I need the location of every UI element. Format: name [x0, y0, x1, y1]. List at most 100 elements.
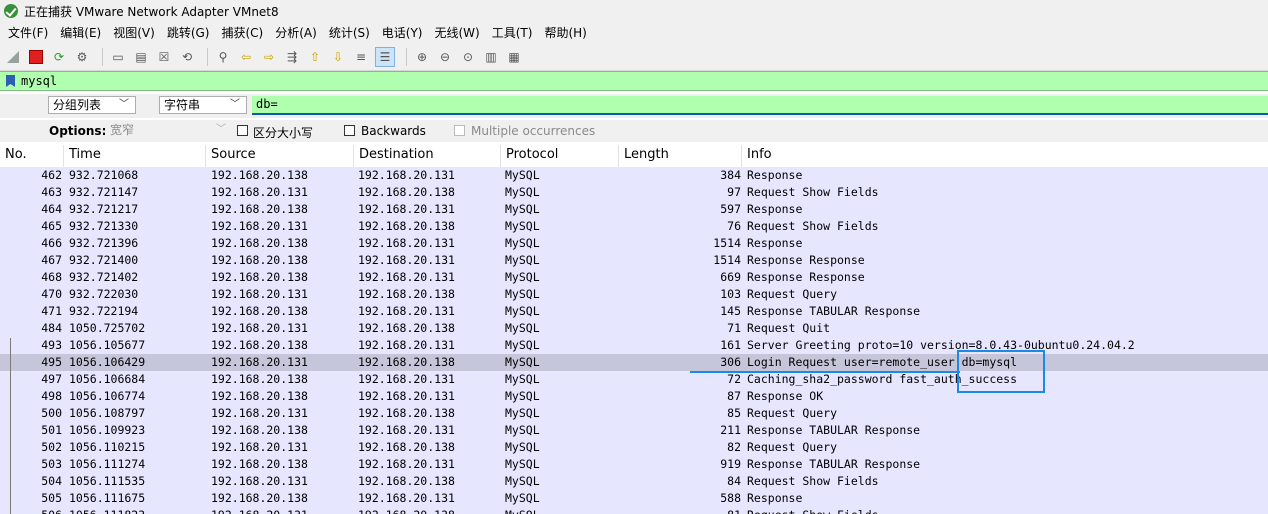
- table-row[interactable]: 464 932.721217 192.168.20.138 192.168.20.13…: [0, 201, 1268, 218]
- case-sensitive-checkbox[interactable]: [237, 125, 248, 136]
- menu-capture[interactable]: 捕获(C): [215, 22, 269, 44]
- cell-length: 72: [727, 372, 741, 386]
- menu-help[interactable]: 帮助(H): [538, 22, 592, 44]
- cell-length: 1514: [713, 236, 741, 250]
- cell-length: 588: [720, 491, 741, 505]
- go-back-icon[interactable]: ⇦: [237, 48, 255, 66]
- cell-info: Request Show Fields: [747, 474, 879, 488]
- column-header-source[interactable]: Source: [206, 145, 354, 167]
- open-file-icon[interactable]: ▭: [109, 48, 127, 66]
- window-title: 正在捕获 VMware Network Adapter VMnet8: [24, 4, 279, 19]
- menu-tools[interactable]: 工具(T): [486, 22, 539, 44]
- layout-icon[interactable]: ▦: [505, 48, 523, 66]
- auto-scroll-icon[interactable]: ≡: [352, 48, 370, 66]
- table-row[interactable]: 497 1056.106684 192.168.20.138 192.168.20.1…: [0, 371, 1268, 388]
- column-header-destination[interactable]: Destination: [354, 145, 501, 167]
- stop-capture-icon[interactable]: [27, 48, 45, 66]
- column-header-time[interactable]: Time: [64, 145, 206, 167]
- cell-length: 97: [727, 185, 741, 199]
- table-row[interactable]: 495 1056.106429 192.168.20.131 192.168.20.1…: [0, 354, 1268, 371]
- table-row[interactable]: 471 932.722194 192.168.20.138 192.168.20.13…: [0, 303, 1268, 320]
- table-row[interactable]: 504 1056.111535 192.168.20.131 192.168.20.1…: [0, 473, 1268, 490]
- search-type-value: 字符串: [164, 98, 201, 112]
- colorize-icon[interactable]: ☰: [375, 47, 395, 67]
- cell-info: Response: [747, 202, 803, 216]
- table-row[interactable]: 463 932.721147 192.168.20.131 192.168.20.13…: [0, 184, 1268, 201]
- display-filter-bar[interactable]: mysql: [0, 71, 1268, 91]
- cell-info: Request Show Fields: [747, 507, 879, 514]
- toolbar-separator: [207, 48, 208, 66]
- resize-columns-icon[interactable]: ▥: [482, 48, 500, 66]
- table-row[interactable]: 466 932.721396 192.168.20.138 192.168.20.13…: [0, 235, 1268, 252]
- table-row[interactable]: 505 1056.111675 192.168.20.138 192.168.20.1…: [0, 490, 1268, 507]
- table-row[interactable]: 468 932.721402 192.168.20.138 192.168.20.13…: [0, 269, 1268, 286]
- menu-analyze[interactable]: 分析(A): [269, 22, 323, 44]
- start-capture-icon[interactable]: [4, 48, 22, 66]
- cell-info: Response OK: [747, 389, 824, 403]
- backwards-label: Backwards: [361, 124, 426, 138]
- conversation-bracket: [10, 338, 11, 514]
- table-row[interactable]: 498 1056.106774 192.168.20.138 192.168.20.1…: [0, 388, 1268, 405]
- table-row[interactable]: 493 1056.105677 192.168.20.138 192.168.20.1…: [0, 337, 1268, 354]
- bookmark-icon[interactable]: [6, 75, 15, 87]
- zoom-out-icon[interactable]: ⊖: [436, 48, 454, 66]
- chevron-down-icon: ﹀: [216, 124, 226, 135]
- table-row[interactable]: 462 932.721068 192.168.20.138 192.168.20.13…: [0, 167, 1268, 184]
- search-in-value: 分组列表: [53, 98, 102, 112]
- go-last-packet-icon[interactable]: ⇩: [329, 48, 347, 66]
- go-to-packet-icon[interactable]: ⇶: [283, 48, 301, 66]
- chevron-down-icon: ﹀: [119, 99, 129, 110]
- table-row[interactable]: 500 1056.108797 192.168.20.131 192.168.20.1…: [0, 405, 1268, 422]
- table-row[interactable]: 467 932.721400 192.168.20.138 192.168.20.13…: [0, 252, 1268, 269]
- char-width-dropdown[interactable]: 宽窄 ﹀: [105, 121, 233, 139]
- zoom-reset-icon[interactable]: ⊙: [459, 48, 477, 66]
- menu-file[interactable]: 文件(F): [2, 22, 54, 44]
- table-row[interactable]: 503 1056.111274 192.168.20.138 192.168.20.1…: [0, 456, 1268, 473]
- menu-statistics[interactable]: 统计(S): [323, 22, 376, 44]
- cell-info: Response TABULAR Response: [747, 423, 921, 437]
- table-row[interactable]: 5061056.111823192.168.20.131192.168.20.1…: [0, 507, 1268, 514]
- cell-length: 87: [727, 389, 741, 403]
- table-row[interactable]: 502 1056.110215 192.168.20.131 192.168.20.1…: [0, 439, 1268, 456]
- menu-telephony[interactable]: 电话(Y): [376, 22, 429, 44]
- table-row[interactable]: 465 932.721330 192.168.20.131 192.168.20.13…: [0, 218, 1268, 235]
- annotation-underline: [690, 371, 960, 373]
- close-file-icon[interactable]: ☒: [155, 48, 173, 66]
- find-packet-icon[interactable]: ⚲: [214, 48, 232, 66]
- cell-length: 71: [727, 321, 741, 335]
- multiple-occurrences-checkbox[interactable]: [454, 125, 465, 136]
- menu-wireless[interactable]: 无线(W): [429, 22, 486, 44]
- table-row[interactable]: 470 932.722030 192.168.20.131 192.168.20.13…: [0, 286, 1268, 303]
- search-input[interactable]: db=: [252, 96, 1268, 115]
- cell-length: 76: [727, 219, 741, 233]
- menu-edit[interactable]: 编辑(E): [54, 22, 107, 44]
- cell-info: Request Show Fields: [747, 185, 879, 199]
- search-input-value: db=: [256, 97, 278, 111]
- case-sensitive-label: 区分大小写: [253, 126, 314, 140]
- cell-length: 919: [720, 457, 741, 471]
- save-file-icon[interactable]: ▤: [132, 48, 150, 66]
- column-header-protocol[interactable]: Protocol: [501, 145, 619, 167]
- column-header-info[interactable]: Info: [742, 145, 1268, 167]
- search-type-dropdown[interactable]: 字符串 ﹀: [159, 96, 247, 114]
- go-forward-icon[interactable]: ⇨: [260, 48, 278, 66]
- search-in-dropdown[interactable]: 分组列表 ﹀: [48, 96, 136, 114]
- restart-capture-icon[interactable]: ⟳: [50, 48, 68, 66]
- packet-list[interactable]: 462 932.721068 192.168.20.138 192.168.20.13…: [0, 167, 1268, 514]
- column-header-length[interactable]: Length: [619, 145, 742, 167]
- capture-options-icon[interactable]: ⚙: [73, 48, 91, 66]
- column-header-no[interactable]: No.: [0, 145, 64, 167]
- cell-length: 161: [720, 338, 741, 352]
- go-first-packet-icon[interactable]: ⇧: [306, 48, 324, 66]
- display-filter-input[interactable]: mysql: [21, 74, 57, 88]
- zoom-in-icon[interactable]: ⊕: [413, 48, 431, 66]
- table-row[interactable]: 484 1050.725702 192.168.20.131 192.168.20.1…: [0, 320, 1268, 337]
- cell-info: Request Show Fields: [747, 219, 879, 233]
- reload-file-icon[interactable]: ⟲: [178, 48, 196, 66]
- table-row[interactable]: 501 1056.109923 192.168.20.138 192.168.20.1…: [0, 422, 1268, 439]
- backwards-checkbox[interactable]: [344, 125, 355, 136]
- menu-view[interactable]: 视图(V): [107, 22, 161, 44]
- cell-info: Response: [747, 491, 803, 505]
- find-packet-bar: 分组列表 ﹀ 字符串 ﹀ db=: [0, 94, 1268, 118]
- menu-go[interactable]: 跳转(G): [161, 22, 216, 44]
